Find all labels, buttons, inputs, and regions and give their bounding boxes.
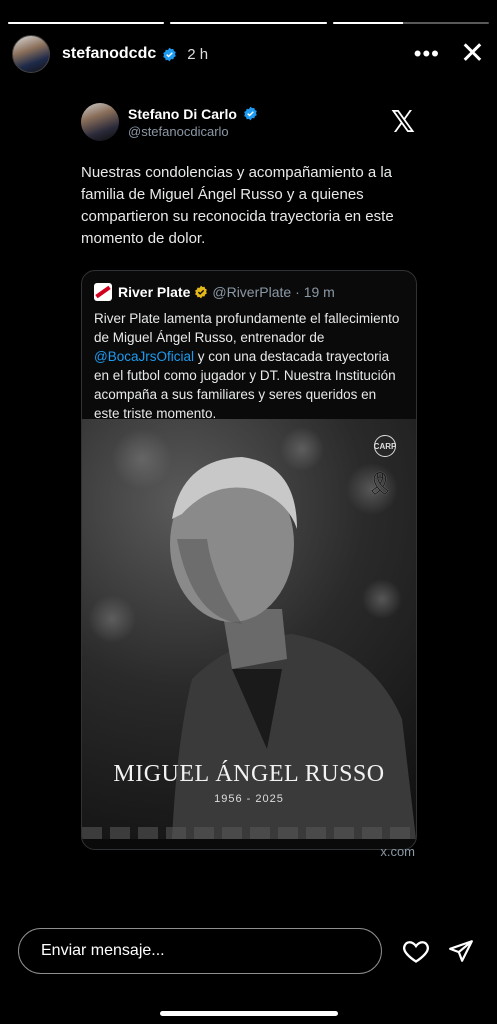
river-plate-logo-icon	[94, 283, 112, 301]
progress-segment	[8, 22, 165, 24]
mention-link[interactable]: @BocaJrsOficial	[94, 349, 194, 364]
tweet-handle: @stefanocdicarlo	[128, 123, 229, 139]
heart-icon[interactable]	[402, 937, 430, 965]
story-time: 2 h	[187, 45, 209, 63]
quoted-tweet: River Plate @RiverPlate · 19 m River Pla…	[81, 270, 417, 850]
tweet-text: Nuestras condolencias y acompañamiento a…	[81, 164, 394, 247]
tweet-header: Stefano Di Carlo @stefanocdicarlo 𝕏	[81, 100, 415, 144]
quote-display-name: River Plate	[118, 284, 191, 300]
verified-icon	[163, 47, 177, 61]
tweet-card[interactable]: Stefano Di Carlo @stefanocdicarlo 𝕏 Nues…	[63, 86, 433, 874]
avatar[interactable]	[12, 35, 50, 73]
source-link[interactable]: x.com	[380, 844, 415, 859]
progress-segment	[332, 22, 489, 24]
x-logo-icon: 𝕏	[390, 104, 415, 140]
verified-icon	[244, 106, 257, 121]
photo-watermark	[82, 827, 416, 839]
send-icon[interactable]	[448, 938, 474, 964]
quote-header: River Plate @RiverPlate · 19 m	[94, 283, 404, 301]
more-horizontal-icon[interactable]: •••	[414, 43, 440, 65]
memorial-name: MIGUEL ÁNGEL RUSSO	[113, 761, 385, 787]
verified-gold-icon	[195, 285, 208, 299]
memorial-photo: CARP 🎗 MIGUEL ÁNGEL RUSSO 1956 - 2025	[82, 419, 416, 839]
username[interactable]: stefanodcdc	[62, 45, 156, 63]
tweet-avatar	[81, 103, 119, 141]
message-input[interactable]: Enviar mensaje...	[18, 928, 382, 974]
quote-text: River Plate lamenta profundamente el fal…	[94, 311, 400, 421]
club-badge-icon: CARP	[374, 435, 396, 457]
quote-time: · 19 m	[295, 284, 335, 300]
home-indicator	[159, 1011, 338, 1016]
memorial-years: 1956 - 2025	[214, 793, 284, 805]
mourning-ribbon-icon: 🎗	[366, 471, 394, 496]
progress-segment	[170, 22, 327, 24]
reply-bar: Enviar mensaje...	[18, 926, 479, 976]
story-progress	[8, 22, 489, 24]
tweet-display-name: Stefano Di Carlo	[128, 105, 237, 122]
quote-handle: @RiverPlate	[212, 284, 292, 300]
story-header: stefanodcdc 2 h ••• ✕	[12, 34, 485, 74]
close-icon[interactable]: ✕	[460, 39, 485, 69]
